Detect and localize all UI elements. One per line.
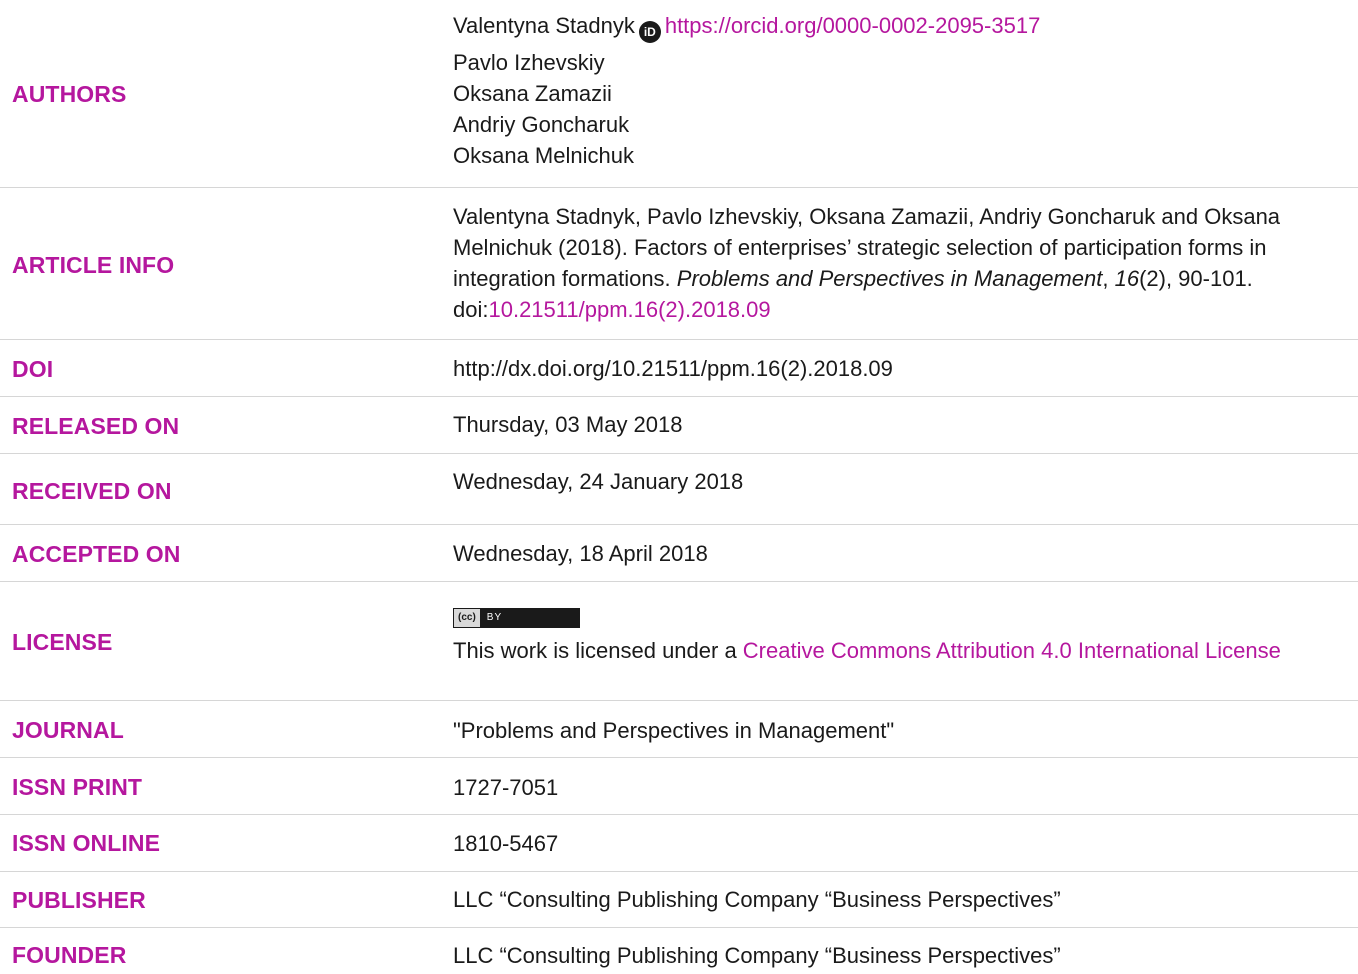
citation-journal: Problems and Perspectives in Management (676, 266, 1103, 291)
row-license: LICENSE (cc) BY This work is licensed un… (0, 582, 1358, 701)
issn-print-label: ISSN PRINT (12, 774, 143, 800)
row-publisher: PUBLISHER LLC “Consulting Publishing Com… (0, 872, 1358, 928)
row-received: RECEIVED ON Wednesday, 24 January 2018 (0, 454, 1358, 525)
author-name: Oksana Melnichuk (453, 143, 634, 168)
citation-separator: , (1102, 266, 1115, 291)
publisher-value: LLC “Consulting Publishing Company “Busi… (453, 887, 1061, 912)
received-value: Wednesday, 24 January 2018 (453, 469, 744, 494)
issn-print-value: 1727-7051 (453, 775, 559, 800)
citation-doi-link[interactable]: 10.21511/ppm.16(2).2018.09 (488, 297, 770, 322)
journal-label: JOURNAL (12, 717, 124, 743)
row-released: RELEASED ON Thursday, 03 May 2018 (0, 397, 1358, 454)
cc-by-badge-icon[interactable]: (cc) BY (453, 607, 580, 628)
citation: Valentyna Stadnyk, Pavlo Izhevskiy, Oksa… (453, 201, 1328, 325)
citation-volume: 16 (1114, 266, 1140, 291)
doi-value: http://dx.doi.org/10.21511/ppm.16(2).201… (453, 356, 893, 381)
issn-online-label: ISSN ONLINE (12, 830, 161, 856)
accepted-label: ACCEPTED ON (12, 541, 181, 567)
authors-label: AUTHORS (12, 81, 127, 107)
license-link[interactable]: Creative Commons Attribution 4.0 Interna… (743, 638, 1281, 663)
founder-label: FOUNDER (12, 942, 127, 968)
row-issn-print: ISSN PRINT 1727-7051 (0, 758, 1358, 815)
issn-online-value: 1810-5467 (453, 831, 559, 856)
by-glyph: BY (486, 612, 503, 623)
row-article-info: ARTICLE INFO Valentyna Stadnyk, Pavlo Iz… (0, 188, 1358, 340)
row-issn-online: ISSN ONLINE 1810-5467 (0, 815, 1358, 872)
author-name: Pavlo Izhevskiy (453, 50, 605, 75)
cc-glyph: (cc) (454, 608, 481, 627)
article-info-label: ARTICLE INFO (12, 252, 175, 278)
authors-value: Valentyna Stadnyk iD https://orcid.org/000… (453, 10, 1328, 171)
orcid-icon[interactable]: iD (638, 21, 661, 43)
publisher-label: PUBLISHER (12, 887, 146, 913)
row-accepted: ACCEPTED ON Wednesday, 18 April 2018 (0, 525, 1358, 582)
license-value: (cc) BY This work is licensed under a Cr… (453, 597, 1328, 666)
doi-label: DOI (12, 356, 54, 382)
row-doi: DOI http://dx.doi.org/10.21511/ppm.16(2)… (0, 340, 1358, 397)
accepted-value: Wednesday, 18 April 2018 (453, 541, 708, 566)
row-authors: AUTHORS Valentyna Stadnyk iD https://orcid… (0, 0, 1358, 188)
released-value: Thursday, 03 May 2018 (453, 412, 683, 437)
license-text: This work is licensed under a (453, 638, 743, 663)
received-label: RECEIVED ON (12, 478, 172, 504)
row-founder: FOUNDER LLC “Consulting Publishing Compa… (0, 928, 1358, 974)
license-label: LICENSE (12, 629, 113, 655)
author-name: Oksana Zamazii (453, 81, 612, 106)
orcid-link[interactable]: https://orcid.org/0000-0002-2095-3517 (665, 13, 1040, 38)
journal-value: "Problems and Perspectives in Management… (453, 718, 895, 743)
row-journal: JOURNAL "Problems and Perspectives in Ma… (0, 701, 1358, 758)
first-author: Valentyna Stadnyk (453, 13, 635, 38)
author-name: Andriy Goncharuk (453, 112, 630, 137)
founder-value: LLC “Consulting Publishing Company “Busi… (453, 943, 1061, 968)
released-label: RELEASED ON (12, 413, 180, 439)
